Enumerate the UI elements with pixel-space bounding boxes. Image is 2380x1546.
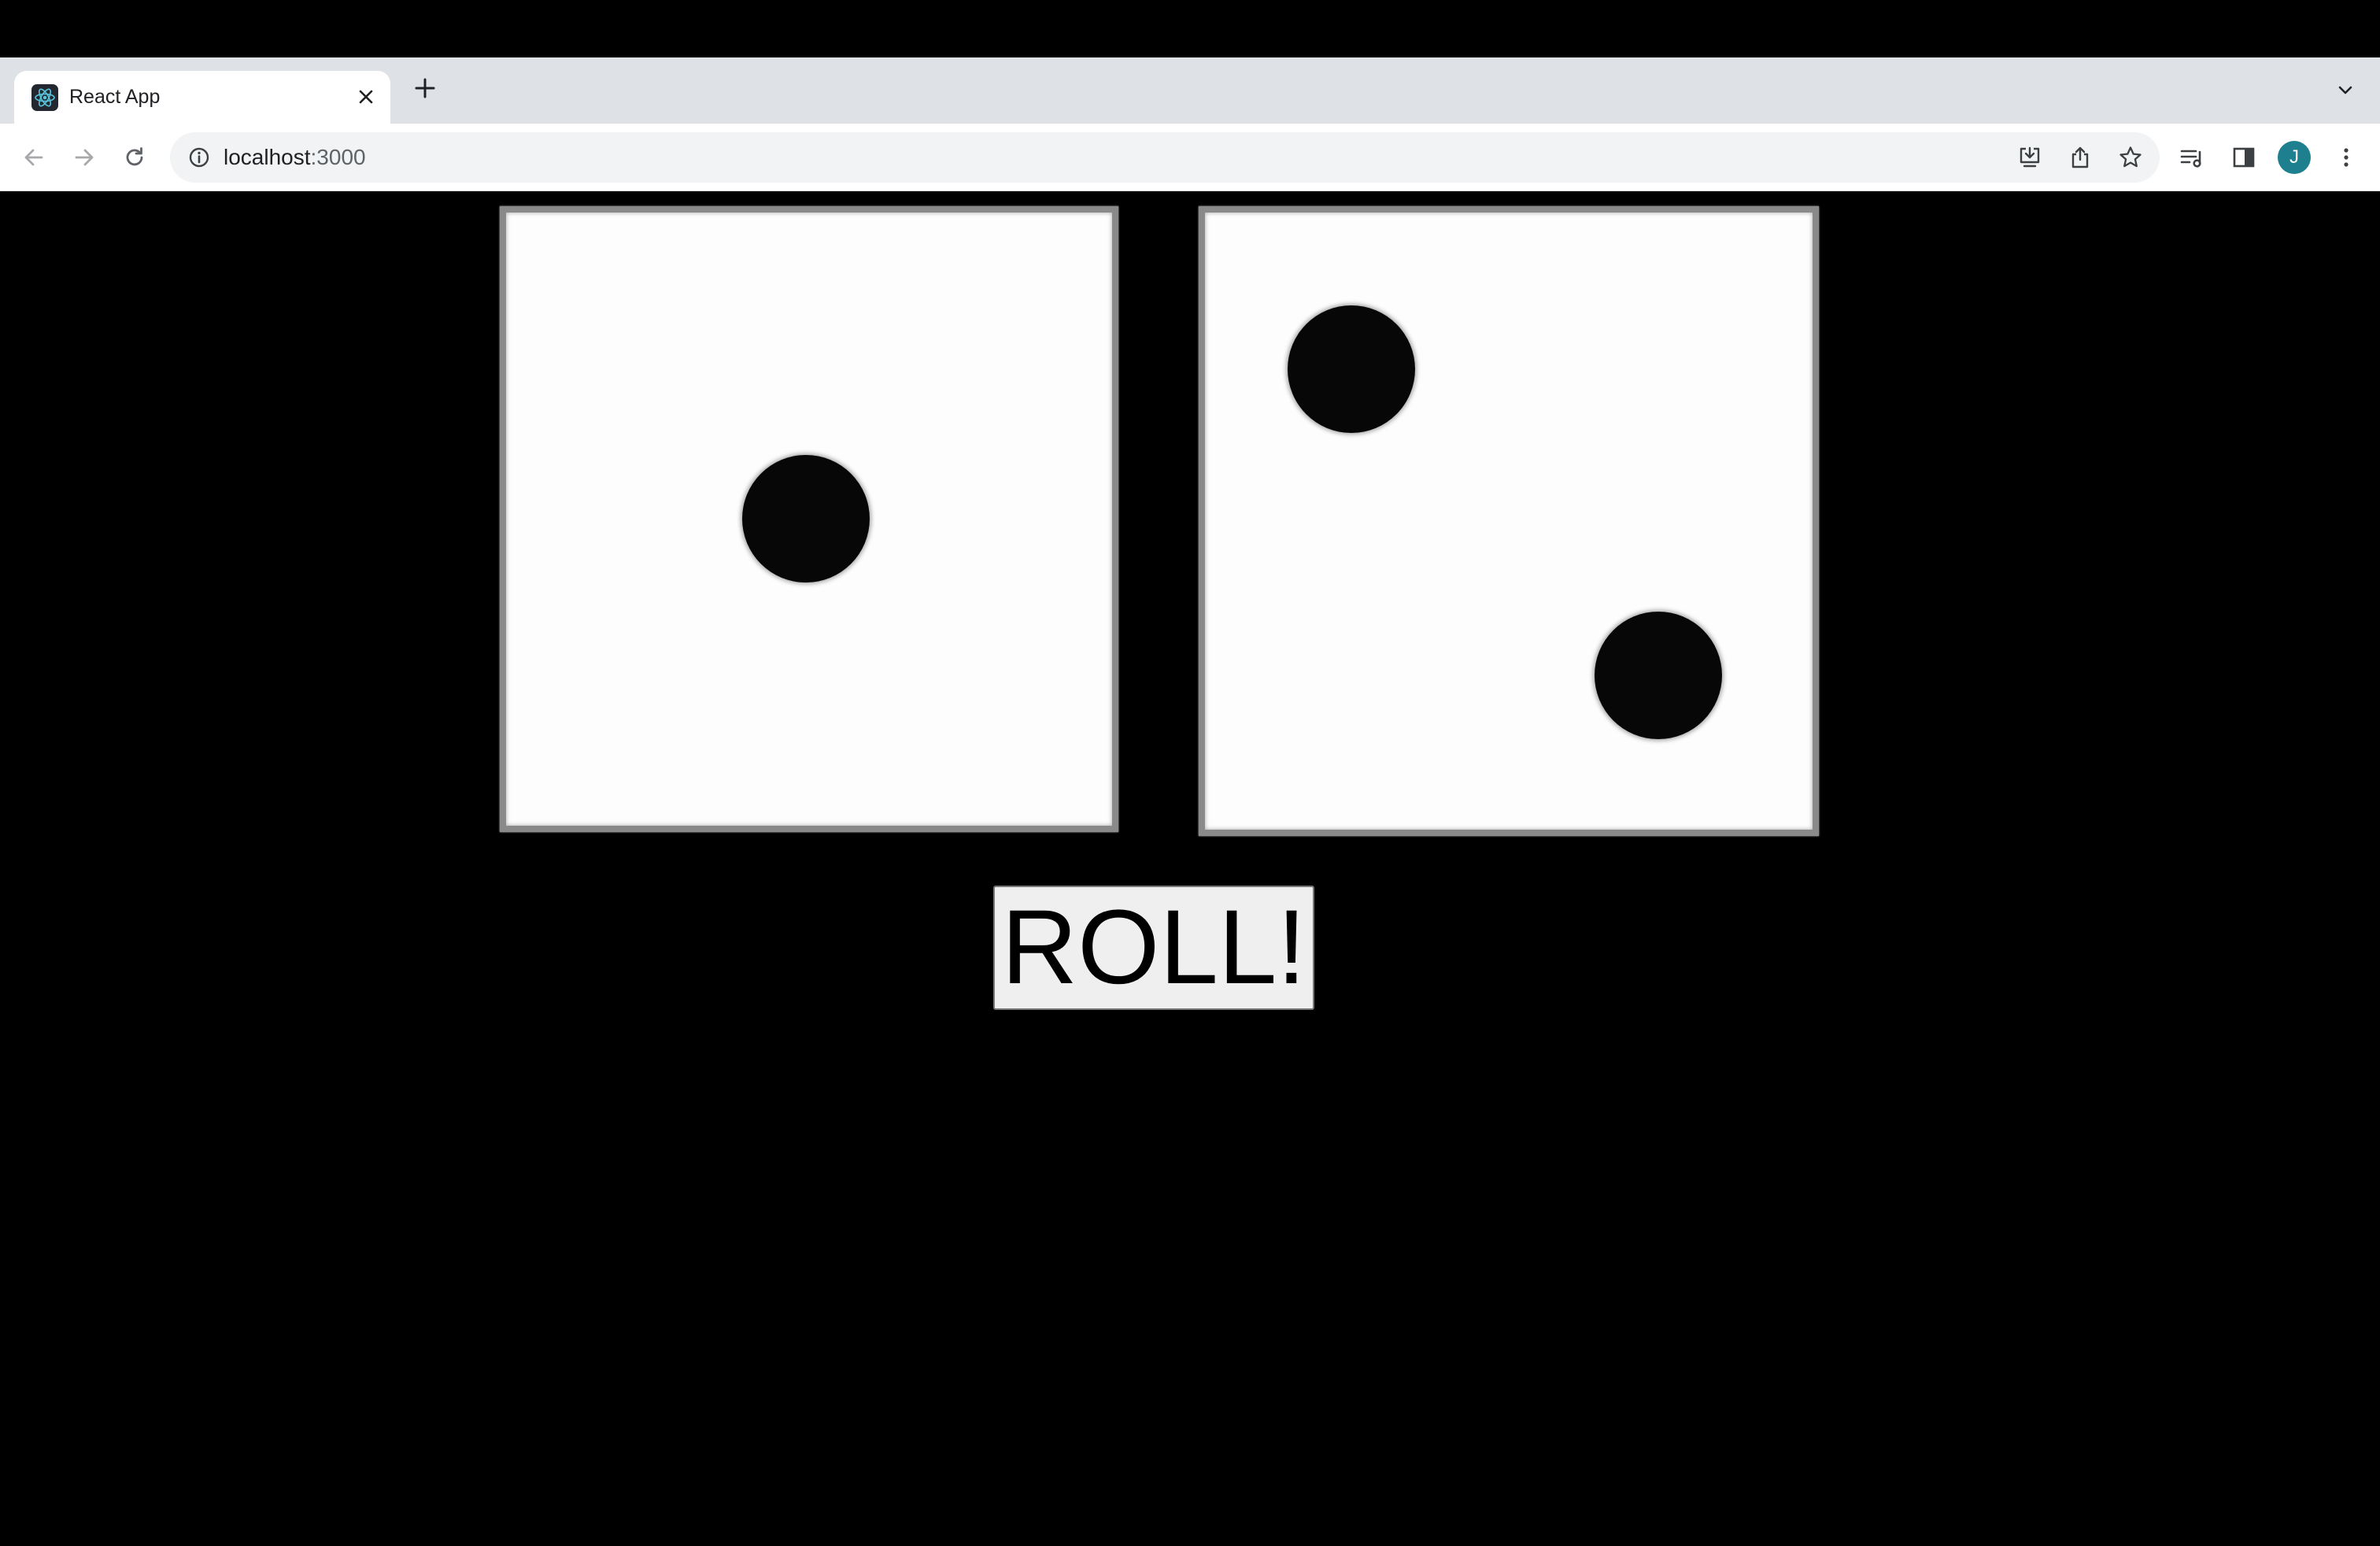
die-2 (1199, 206, 1819, 836)
react-logo-icon (31, 84, 58, 111)
tab-title: React App (69, 86, 161, 108)
share-icon[interactable] (2065, 142, 2095, 172)
install-icon[interactable] (2015, 142, 2045, 172)
tab-strip: React App (0, 57, 2380, 124)
die-1 (500, 206, 1118, 832)
die-2-pip-top-left (1288, 305, 1415, 433)
browser-toolbar: localhost:3000 J (0, 124, 2380, 191)
chevron-down-icon[interactable] (2331, 76, 2360, 104)
plus-icon[interactable] (408, 71, 442, 105)
profile-avatar[interactable]: J (2278, 141, 2311, 174)
address-bar[interactable]: localhost:3000 (170, 132, 2160, 183)
die-2-pip-bottom-right (1595, 612, 1722, 739)
reading-list-icon[interactable] (2175, 141, 2208, 174)
side-panel-icon[interactable] (2227, 141, 2260, 174)
arrow-left-icon[interactable] (16, 139, 52, 176)
star-icon[interactable] (2116, 142, 2145, 172)
die-1-pip (742, 455, 870, 583)
kebab-menu-icon[interactable] (2330, 141, 2363, 174)
profile-initial: J (2289, 146, 2299, 168)
url-port: :3000 (310, 145, 366, 169)
screen: React App localhost:3000 J ROLL! (0, 0, 2380, 1546)
tab-react-app[interactable]: React App (14, 71, 390, 124)
roll-button[interactable]: ROLL! (993, 886, 1314, 1010)
url-text[interactable]: localhost:3000 (224, 145, 366, 170)
url-host: localhost (224, 145, 311, 169)
info-icon[interactable] (186, 144, 213, 171)
reload-icon[interactable] (116, 139, 153, 176)
arrow-right-icon[interactable] (66, 139, 102, 176)
close-icon[interactable] (353, 83, 379, 110)
